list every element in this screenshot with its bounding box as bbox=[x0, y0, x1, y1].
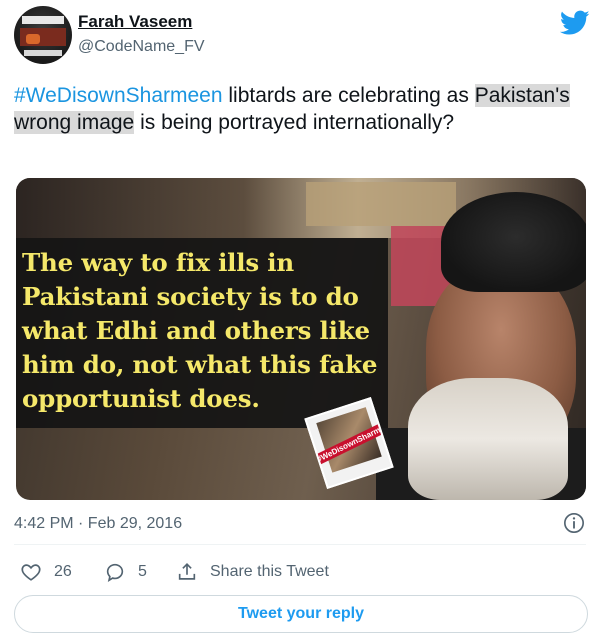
reply-count: 5 bbox=[138, 563, 147, 580]
tweet-text-part2: is being portrayed internationally? bbox=[134, 111, 455, 134]
tweet-timestamp[interactable]: 4:42 PM · Feb 29, 2016 bbox=[14, 515, 182, 533]
avatar-banner-bottom bbox=[24, 50, 62, 56]
tweet-text: #WeDisownSharmeen libtards are celebrati… bbox=[14, 82, 574, 136]
background-poster bbox=[306, 182, 456, 226]
like-button[interactable]: 26 bbox=[20, 560, 72, 584]
tweet-your-reply-button[interactable]: Tweet your reply bbox=[14, 595, 588, 633]
man-cap bbox=[441, 192, 586, 292]
reply-button[interactable]: 5 bbox=[104, 560, 147, 584]
avatar[interactable] bbox=[14, 6, 72, 64]
hashtag-link[interactable]: #WeDisownSharmeen bbox=[14, 84, 223, 107]
man-beard bbox=[408, 378, 568, 500]
speech-bubble-icon bbox=[106, 563, 124, 582]
tweet-image[interactable]: The way to fix ills in Pakistani society… bbox=[16, 178, 586, 500]
twitter-bird-icon[interactable] bbox=[560, 10, 590, 36]
share-label: Share this Tweet bbox=[210, 563, 329, 580]
avatar-fire-graphic bbox=[26, 34, 40, 44]
like-count: 26 bbox=[54, 563, 72, 580]
author-name[interactable]: Farah Vaseem bbox=[78, 12, 192, 32]
divider bbox=[14, 544, 586, 545]
author-handle[interactable]: @CodeName_FV bbox=[78, 38, 205, 56]
tweet-card: Farah Vaseem @CodeName_FV #WeDisownSharm… bbox=[0, 0, 600, 640]
share-button[interactable]: Share this Tweet bbox=[176, 560, 329, 584]
info-icon[interactable] bbox=[563, 512, 585, 534]
share-icon bbox=[178, 563, 196, 580]
avatar-banner-top bbox=[22, 16, 64, 24]
heart-icon bbox=[21, 564, 41, 581]
image-caption: The way to fix ills in Pakistani society… bbox=[22, 248, 378, 413]
tweet-text-part1: libtards are celebrating as bbox=[222, 84, 475, 107]
